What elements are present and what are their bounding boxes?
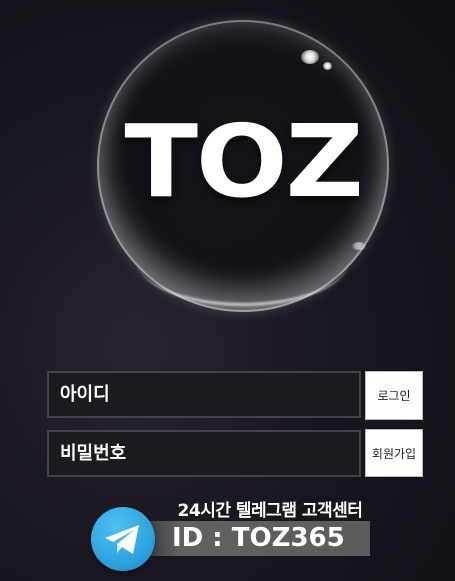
bubble-shine <box>137 213 349 306</box>
password-input[interactable] <box>47 430 361 477</box>
telegram-support-title: 24시간 텔레그램 고객센터 <box>177 501 363 521</box>
paper-plane-icon <box>105 525 139 554</box>
signup-button[interactable]: 회원가입 <box>365 429 423 477</box>
toz-logo-bubble: TOZ <box>97 20 389 312</box>
bubble-highlight <box>301 50 319 64</box>
username-input[interactable] <box>47 371 361 418</box>
bubble-highlight <box>352 242 366 250</box>
login-button[interactable]: 로그인 <box>365 371 423 420</box>
login-page: TOZ 로그인 회원가입 24시간 텔레그램 고객센터 ID : TOZ365 <box>0 0 455 581</box>
logo-text: TOZ <box>124 103 363 220</box>
telegram-icon[interactable] <box>91 507 155 571</box>
telegram-id-text: ID : TOZ365 <box>172 523 345 553</box>
bubble-highlight <box>323 62 332 70</box>
